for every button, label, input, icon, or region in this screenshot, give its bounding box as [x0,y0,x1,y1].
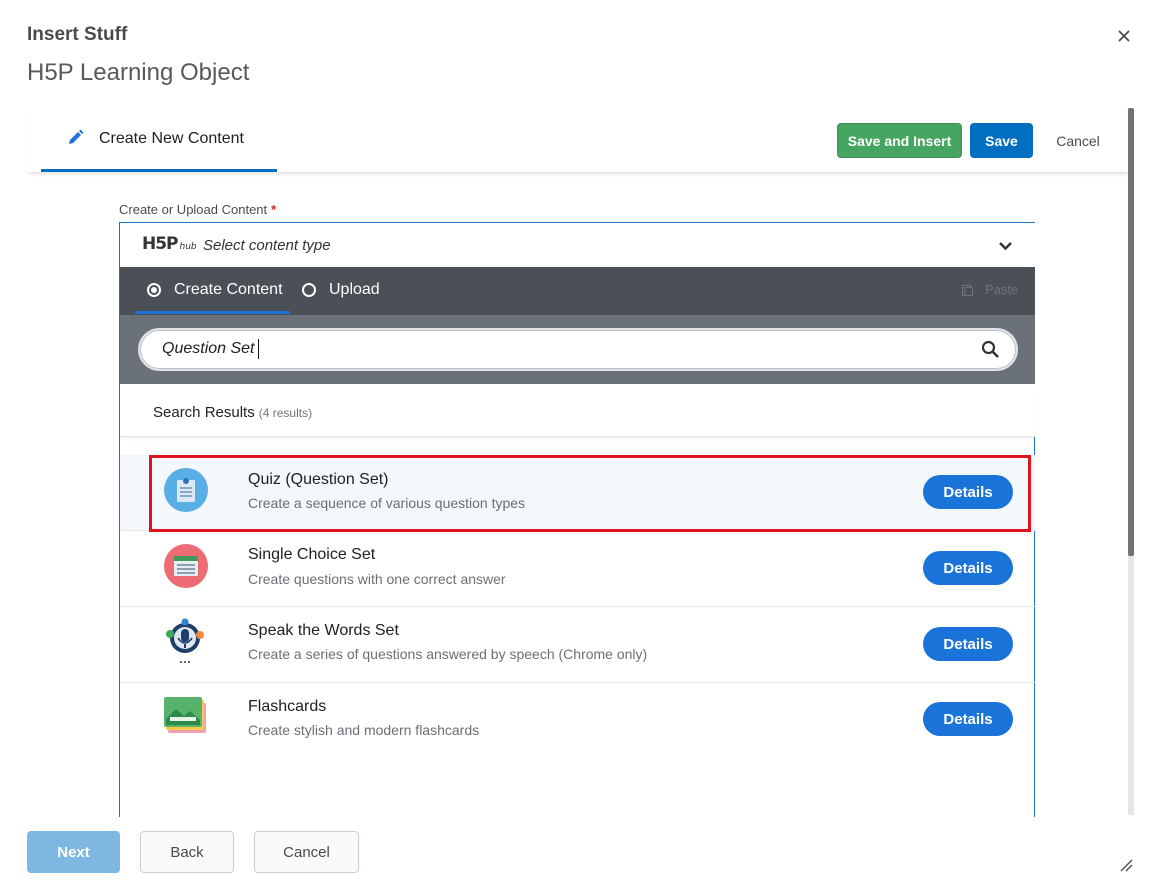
radio-upload[interactable] [302,283,316,297]
cancel-button[interactable]: Cancel [254,831,359,873]
item-description: Create questions with one correct answer [248,571,506,587]
cancel-link-button[interactable]: Cancel [1047,123,1109,158]
back-button[interactable]: Back [140,831,234,873]
item-description: Create stylish and modern flashcards [248,722,480,738]
nav-upload-label[interactable]: Upload [329,281,380,299]
paste-button[interactable]: Paste [985,282,1018,297]
dialog-subtitle: H5P Learning Object [27,59,250,86]
list-item-flashcards[interactable] [120,682,1035,757]
results-count: (4 results) [258,406,313,420]
chevron-down-icon[interactable] [998,238,1013,253]
clipboard-icon [962,285,973,296]
item-description: Create a series of questions answered by… [248,646,648,662]
save-button[interactable]: Save [970,123,1033,158]
details-button[interactable]: Details [923,702,1013,736]
nav-active-indicator [135,311,290,314]
radio-create-content[interactable] [147,283,161,297]
next-button[interactable]: Next [27,831,120,873]
search-results-title: Search Results (4 results) [153,404,313,421]
item-title: Single Choice Set [248,546,376,563]
list-item-single-choice-set[interactable] [120,531,1035,607]
radio-selected-dot [151,287,157,293]
nav-create-content-label: Create Content [174,281,283,298]
details-button[interactable]: Details [923,627,1013,661]
details-button[interactable]: Details [923,551,1013,585]
scrollbar-thumb[interactable] [1128,108,1134,556]
form-label-text: Create or Upload Content [119,202,268,217]
text-cursor [258,339,259,359]
required-marker: * [271,202,277,217]
single-choice-icon [164,544,208,588]
highlight-box [149,455,1031,532]
save-and-insert-button[interactable]: Save and Insert [837,123,962,158]
search-input[interactable] [138,328,1018,371]
close-icon[interactable] [1114,26,1134,46]
item-title: Flashcards [248,698,327,715]
form-label: Create or Upload Content * [119,202,276,217]
tab-active-indicator [41,169,277,172]
dialog-title: Insert Stuff [27,24,128,45]
search-input-value: Question Set [162,340,255,357]
search-icon[interactable] [981,340,1000,359]
tab-label: Create New Content [99,130,244,147]
select-content-type-label: Select content type [203,237,331,254]
h5p-hub-logo: H5P hub [142,234,197,254]
item-title: Speak the Words Set [248,622,399,639]
flashcards-icon [160,693,210,737]
pencil-icon [69,129,84,144]
microphone-icon [160,615,210,665]
resize-grip-icon[interactable] [1119,858,1133,872]
list-item-speak-the-words-set[interactable] [120,607,1035,683]
